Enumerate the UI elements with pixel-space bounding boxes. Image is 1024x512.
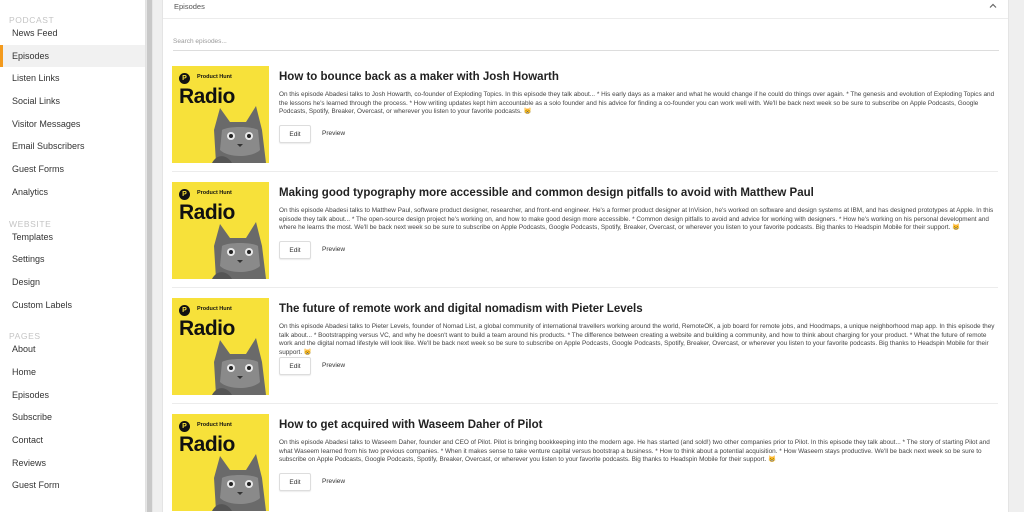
episode-item: P Product Hunt Radio How to get acquired… (172, 414, 998, 512)
sidebar-item-custom-labels[interactable]: Custom Labels (0, 294, 145, 317)
sidebar-item-templates[interactable]: Templates (0, 226, 145, 249)
edit-button[interactable]: Edit (279, 473, 311, 491)
episode-title[interactable]: Making good typography more accessible a… (279, 187, 814, 199)
preview-button[interactable]: Preview (322, 357, 345, 375)
sidebar-item-news-feed[interactable]: News Feed (0, 22, 145, 45)
sidebar-item-guest-forms[interactable]: Guest Forms (0, 158, 145, 181)
episode-title[interactable]: The future of remote work and digital no… (279, 303, 643, 315)
edit-button[interactable]: Edit (279, 241, 311, 259)
episode-description: On this episode Abadesi talks to Waseem … (279, 439, 990, 464)
episode-thumbnail[interactable]: P Product Hunt Radio (172, 66, 269, 163)
episode-item: P Product Hunt Radio Making good typogra… (172, 182, 998, 280)
sidebar-item-home[interactable]: Home (0, 361, 145, 384)
cat-icon (212, 454, 266, 511)
sidebar-item-design[interactable]: Design (0, 271, 145, 294)
episode-description: On this episode Abadesi talks to Matthew… (279, 207, 994, 232)
episode-thumbnail[interactable]: P Product Hunt Radio (172, 414, 269, 511)
sidebar-item-social-links[interactable]: Social Links (0, 90, 145, 113)
product-hunt-logo-icon: P (179, 73, 190, 84)
episode-title[interactable]: How to get acquired with Waseem Daher of… (279, 419, 542, 431)
sidebar-item-episodes[interactable]: Episodes (0, 44, 145, 68)
divider (172, 403, 998, 404)
cat-icon (212, 222, 266, 279)
product-hunt-logo-icon: P (179, 421, 190, 432)
episode-title[interactable]: How to bounce back as a maker with Josh … (279, 71, 559, 83)
sidebar-item-subscribe[interactable]: Subscribe (0, 406, 145, 429)
preview-button[interactable]: Preview (322, 241, 345, 259)
sidebar-scrollbar-thumb[interactable] (147, 0, 152, 512)
product-hunt-logo-icon: P (179, 305, 190, 316)
sidebar-item-contact[interactable]: Contact (0, 429, 145, 452)
sidebar-heading-website: WEBSITE (9, 218, 52, 229)
preview-button[interactable]: Preview (322, 473, 345, 491)
sidebar-item-guest-form[interactable]: Guest Form (0, 474, 145, 497)
product-hunt-logo-icon: P (179, 189, 190, 200)
thumbnail-brand: Product Hunt (197, 74, 232, 80)
sidebar-heading-podcast: PODCAST (9, 15, 55, 25)
thumbnail-brand: Product Hunt (197, 306, 232, 312)
sidebar-item-reviews[interactable]: Reviews (0, 452, 145, 475)
panel-header: Episodes (163, 0, 1008, 19)
sidebar-item-about[interactable]: About (0, 338, 145, 361)
edit-button[interactable]: Edit (279, 357, 311, 375)
sidebar-item-settings[interactable]: Settings (0, 248, 145, 271)
episode-item: P Product Hunt Radio The future of remot… (172, 298, 998, 396)
episode-description: On this episode Abadesi talks to Josh Ho… (279, 91, 995, 116)
preview-button[interactable]: Preview (322, 125, 345, 143)
episode-item: P Product Hunt Radio How to bounce back … (172, 66, 998, 164)
main-content: Episodes P Product Hunt Radio (153, 0, 1024, 512)
search-input[interactable] (173, 33, 999, 51)
sidebar-item-listen-links[interactable]: Listen Links (0, 67, 145, 90)
episode-thumbnail[interactable]: P Product Hunt Radio (172, 298, 269, 395)
thumbnail-brand: Product Hunt (197, 190, 232, 196)
divider (172, 171, 998, 172)
sidebar-item-email-subscribers[interactable]: Email Subscribers (0, 135, 145, 158)
cat-icon (212, 338, 266, 395)
sidebar-item-visitor-messages[interactable]: Visitor Messages (0, 113, 145, 136)
edit-button[interactable]: Edit (279, 125, 311, 143)
chevron-up-icon[interactable] (987, 1, 999, 11)
cat-icon (212, 106, 266, 163)
panel-title: Episodes (174, 2, 205, 11)
episode-thumbnail[interactable]: P Product Hunt Radio (172, 182, 269, 279)
episodes-panel: Episodes P Product Hunt Radio (162, 0, 1009, 512)
episode-description: On this episode Abadesi talks to Pieter … (279, 323, 995, 356)
sidebar-item-analytics[interactable]: Analytics (0, 181, 145, 204)
thumbnail-brand: Product Hunt (197, 422, 232, 428)
sidebar: PODCAST News Feed Episodes Listen Links … (0, 0, 146, 512)
sidebar-heading-pages: PAGES (9, 331, 41, 342)
sidebar-item-pages-episodes[interactable]: Episodes (0, 384, 145, 407)
divider (172, 287, 998, 288)
